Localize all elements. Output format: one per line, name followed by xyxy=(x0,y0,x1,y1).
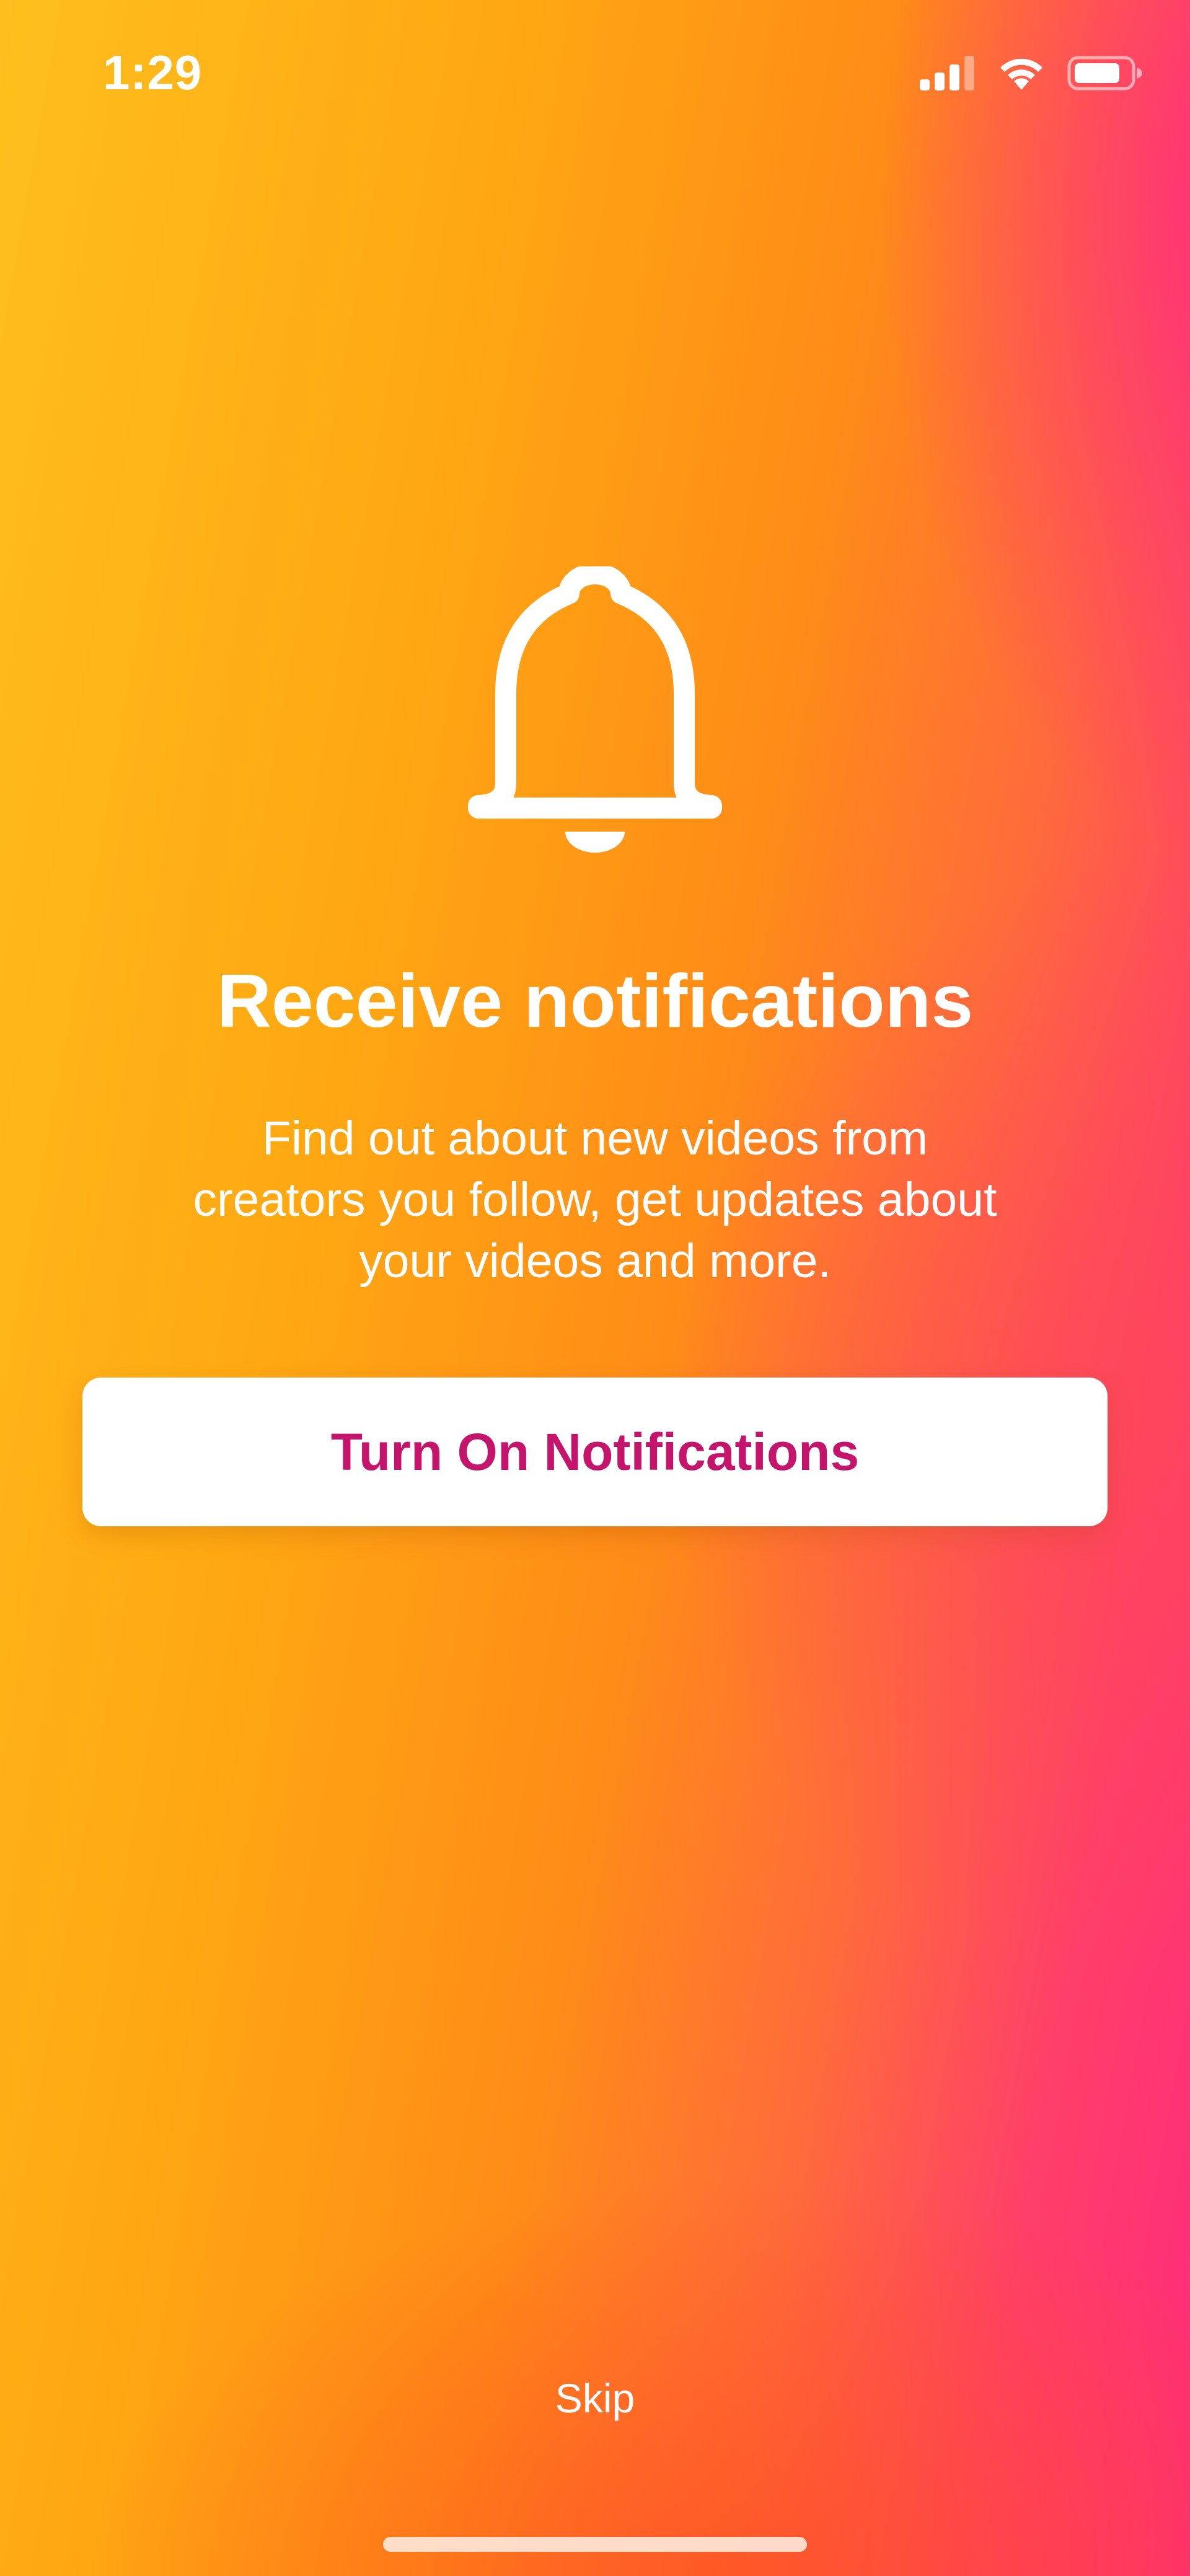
turn-on-notifications-button[interactable]: Turn On Notifications xyxy=(82,1378,1108,1526)
turn-on-notifications-label: Turn On Notifications xyxy=(330,1423,860,1481)
status-time: 1:29 xyxy=(103,45,203,100)
skip-button[interactable]: Skip xyxy=(502,2367,688,2429)
wifi-icon xyxy=(1000,58,1042,90)
home-indicator[interactable] xyxy=(383,2537,807,2552)
status-icons xyxy=(920,53,1143,93)
status-bar: 1:29 xyxy=(0,0,1190,149)
bell-icon xyxy=(468,566,722,853)
page-title: Receive notifications xyxy=(216,959,974,1043)
battery-icon xyxy=(1067,56,1142,90)
page-description: Find out about new videos from creators … xyxy=(193,1112,997,1288)
cellular-signal-icon xyxy=(920,56,974,90)
